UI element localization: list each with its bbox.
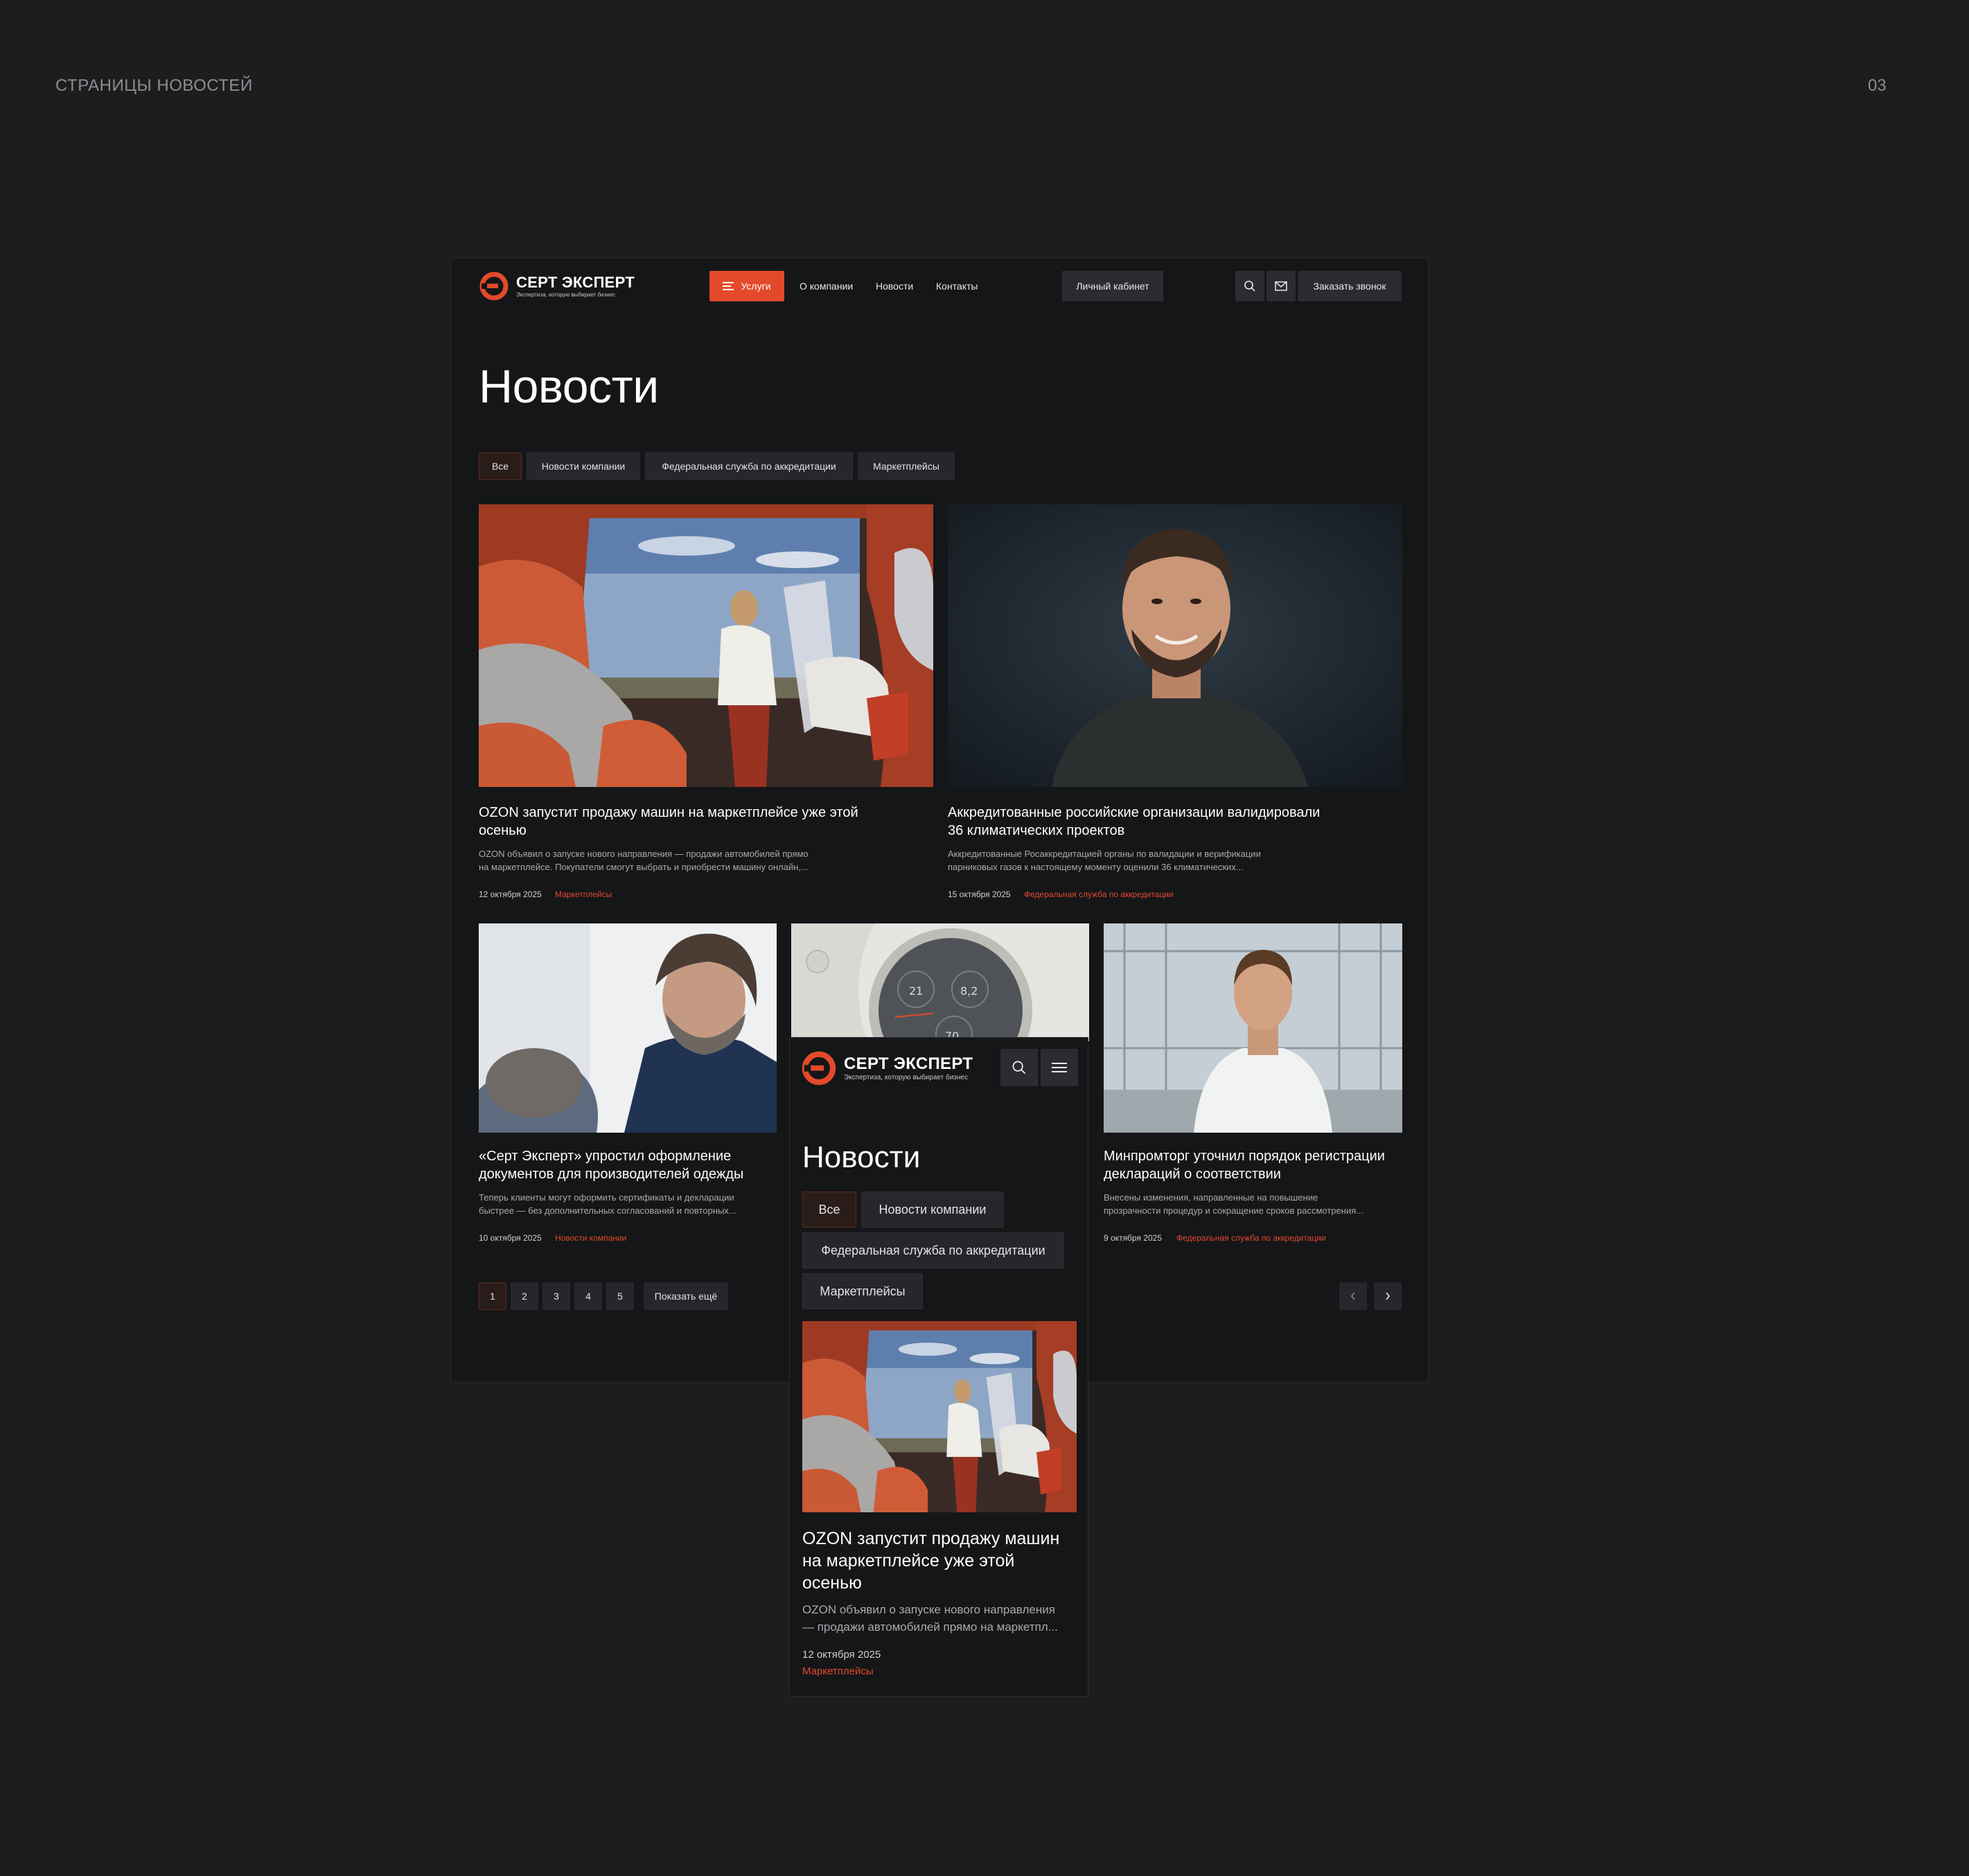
excerpt-line: OZON объявил о запуске нового направлени… [479,849,809,859]
search-button[interactable] [1000,1049,1038,1086]
logo-tagline: Экспертиза, которую выбирает бизнес [516,291,616,298]
pagination-page[interactable]: 3 [542,1282,570,1310]
chevron-left-icon [1350,1292,1355,1300]
services-button[interactable]: Услуги [709,271,784,301]
news-card-title[interactable]: Минпромторг уточнил порядок регистрации … [1104,1147,1402,1183]
mail-button[interactable] [1266,271,1296,301]
news-card-date: 9 октября 2025 [1104,1233,1162,1243]
news-card-date: 15 октября 2025 [948,890,1011,899]
dial-number: 21 [909,984,923,998]
news-card-image[interactable] [948,504,1402,787]
mobile-page-frame: СЕРТ ЭКСПЕРТ Экспертиза, которую выбирае… [789,1037,1088,1697]
news-card-tag[interactable]: Федеральная служба по аккредитации [1176,1233,1326,1243]
services-label: Услуги [741,281,771,292]
nav-link-about[interactable]: О компании [800,281,853,292]
news-card-excerpt: Аккредитованные Росаккредитацией органы … [948,847,1377,874]
filter-all[interactable]: Все [479,452,522,480]
excerpt-line: — продажи автомобилей прямо на маркетпл.… [802,1620,1058,1634]
news-card-title[interactable]: OZON запустит продажу машин на маркетпле… [479,804,867,840]
search-button[interactable] [1235,271,1264,301]
news-card-date: 12 октября 2025 [802,1649,881,1661]
page-title: Новости [479,360,659,413]
logo-mark-icon [479,272,509,301]
filter-marketplaces[interactable]: Маркетплейсы [858,452,955,480]
filter-company-news[interactable]: Новости компании [861,1192,1004,1228]
excerpt-line: OZON объявил о запуске нового направлени… [802,1603,1055,1616]
excerpt-line: Аккредитованные Росаккредитацией органы … [948,849,1261,859]
excerpt-line: парниковых газов к настоящему моменту оц… [948,862,1244,872]
news-card-image[interactable]: 21 8,2 70 [791,923,1089,1041]
pagination-page[interactable]: 5 [606,1282,634,1310]
news-card-tag[interactable]: Новости компании [555,1233,626,1243]
nav-link-contacts[interactable]: Контакты [936,281,978,292]
excerpt-line: на маркетплейсе. Покупатели смогут выбра… [479,862,809,872]
news-card-image[interactable] [479,504,933,787]
news-card-image[interactable] [479,923,777,1133]
news-card-tag[interactable]: Маркетплейсы [802,1665,874,1677]
logo-tagline: Экспертиза, которую выбирает бизнес [844,1073,968,1081]
news-card-date: 10 октября 2025 [479,1233,542,1243]
excerpt-line: Теперь клиенты могут оформить сертификат… [479,1192,734,1203]
pagination-prev-button[interactable] [1339,1282,1367,1310]
menu-icon [723,282,734,290]
filter-company-news[interactable]: Новости компании [527,452,640,480]
filter-marketplaces[interactable]: Маркетплейсы [802,1273,923,1309]
logo-mark-icon [802,1051,836,1086]
logo-name: СЕРТ ЭКСПЕРТ [844,1054,973,1073]
presentation-page-number: 03 [1868,76,1887,95]
search-icon [1012,1061,1026,1074]
title-line: на маркетплейсе уже этой [802,1551,1015,1570]
logo[interactable]: СЕРТ ЭКСПЕРТ Экспертиза, которую выбирае… [801,1050,973,1086]
pagination-page[interactable]: 2 [511,1282,538,1310]
excerpt-line: прозрачности процедур и сокращение сроко… [1104,1205,1364,1216]
search-icon [1244,281,1255,292]
filter-accreditation[interactable]: Федеральная служба по аккредитации [645,452,853,480]
news-card-title[interactable]: Аккредитованные российские организации в… [948,804,1336,840]
nav-link-news[interactable]: Новости [876,281,913,292]
logo-name: СЕРТ ЭКСПЕРТ [516,273,635,291]
title-line: осенью [802,1573,862,1593]
chevron-right-icon [1386,1292,1390,1300]
news-card-excerpt: Теперь клиенты могут оформить сертификат… [479,1191,784,1217]
news-card-title[interactable]: «Серт Эксперт» упростил оформление докум… [479,1147,777,1183]
filter-all[interactable]: Все [802,1192,856,1228]
show-more-button[interactable]: Показать ещё [644,1282,728,1310]
filter-accreditation[interactable]: Федеральная служба по аккредитации [802,1232,1064,1268]
excerpt-line: Внесены изменения, направленные на повыш… [1104,1192,1318,1203]
pagination-page[interactable]: 4 [574,1282,602,1310]
menu-icon [1052,1063,1067,1072]
pagination-page[interactable]: 1 [479,1282,506,1310]
mail-icon [1275,281,1287,291]
news-card-tag[interactable]: Маркетплейсы [555,890,612,899]
title-line: OZON запустит продажу машин [802,1529,1060,1548]
logo[interactable]: СЕРТ ЭКСПЕРТ Экспертиза, которую выбирае… [479,271,635,301]
news-card-excerpt: OZON объявил о запуске нового направлени… [479,847,908,874]
account-button[interactable]: Личный кабинет [1062,271,1163,301]
pagination-next-button[interactable] [1374,1282,1402,1310]
menu-button[interactable] [1041,1049,1078,1086]
dial-number: 8,2 [960,984,978,998]
news-card-excerpt: OZON объявил о запуске нового направлени… [802,1601,1079,1636]
callback-button[interactable]: Заказать звонок [1298,271,1402,301]
news-card-image[interactable] [802,1321,1077,1512]
news-card-image[interactable] [1104,923,1402,1133]
page-title: Новости [802,1140,921,1174]
presentation-title: СТРАНИЦЫ НОВОСТЕЙ [55,76,253,95]
news-card-date: 12 октября 2025 [479,890,542,899]
excerpt-line: быстрее — без дополнительных согласовани… [479,1205,736,1216]
news-card-tag[interactable]: Федеральная служба по аккредитации [1024,890,1174,899]
news-card-title[interactable]: OZON запустит продажу машин на маркетпле… [802,1528,1079,1594]
news-card-excerpt: Внесены изменения, направленные на повыш… [1104,1191,1409,1217]
